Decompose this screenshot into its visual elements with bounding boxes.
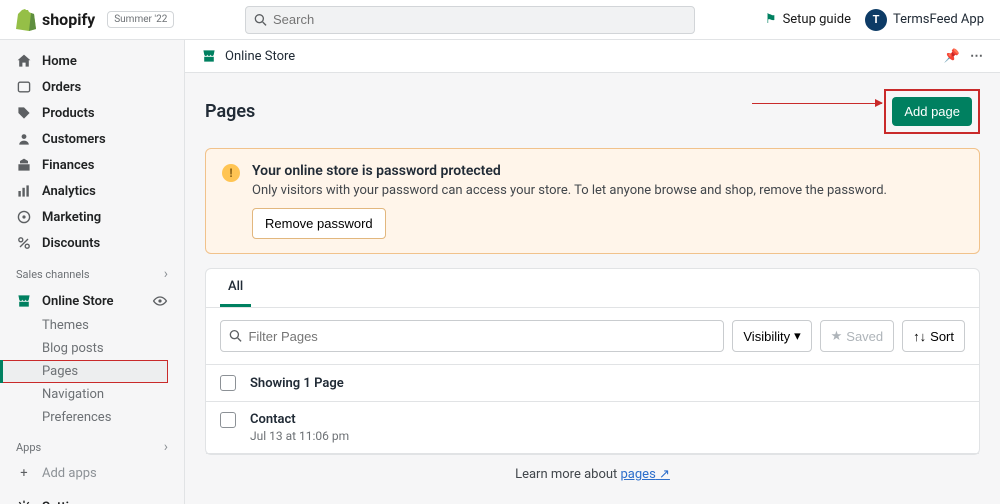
online-store-icon <box>201 48 217 64</box>
saved-filter[interactable]: ★ Saved <box>820 320 895 352</box>
setup-guide-link[interactable]: ⚑ Setup guide <box>765 12 851 27</box>
pages-card: All Visibility ▾ ★ Saved ↑↓ Sort Showing… <box>205 268 980 455</box>
nav-add-apps[interactable]: +Add apps <box>0 461 184 486</box>
analytics-icon <box>16 183 32 199</box>
orders-icon <box>16 79 32 95</box>
nav-home[interactable]: Home <box>0 48 184 74</box>
products-icon <box>16 105 32 121</box>
page-title: Pages <box>205 101 255 122</box>
user-name: TermsFeed App <box>893 12 984 27</box>
pin-icon[interactable]: 📌 <box>944 49 960 64</box>
star-icon: ★ <box>831 328 843 344</box>
search-wrap <box>174 6 765 34</box>
subnav-themes[interactable]: Themes <box>42 314 184 337</box>
add-page-highlight: Add page <box>884 89 980 134</box>
page-row[interactable]: Contact Jul 13 at 11:06 pm <box>206 402 979 454</box>
sales-channels-header: Sales channels › <box>0 260 184 288</box>
flag-icon: ⚑ <box>765 12 777 27</box>
nav-analytics[interactable]: Analytics <box>0 178 184 204</box>
content-header: Online Store 📌 ⋯ <box>185 40 1000 73</box>
finances-icon <box>16 157 32 173</box>
search-icon <box>254 13 267 27</box>
nav-finances[interactable]: Finances <box>0 152 184 178</box>
eye-icon[interactable] <box>152 293 168 309</box>
chevron-right-icon[interactable]: › <box>164 439 168 455</box>
subnav-navigation[interactable]: Navigation <box>42 383 184 406</box>
row-title: Contact <box>250 412 349 427</box>
chevron-down-icon: ▾ <box>794 328 801 344</box>
topbar-right: ⚑ Setup guide T TermsFeed App <box>765 9 984 31</box>
marketing-icon <box>16 209 32 225</box>
nav-online-store[interactable]: Online Store <box>0 288 184 314</box>
customers-icon <box>16 131 32 147</box>
select-all-checkbox[interactable] <box>220 375 236 391</box>
nav-customers[interactable]: Customers <box>0 126 184 152</box>
sort-icon: ↑↓ <box>913 329 926 344</box>
sidebar: Home Orders Products Customers Finances … <box>0 40 185 504</box>
subnav-blog-posts[interactable]: Blog posts <box>42 337 184 360</box>
banner-text: Only visitors with your password can acc… <box>252 183 887 198</box>
learn-more: Learn more about pages ↗ <box>205 455 980 494</box>
learn-more-link[interactable]: pages ↗ <box>621 467 670 482</box>
sort-button[interactable]: ↑↓ Sort <box>902 320 965 352</box>
external-link-icon: ↗ <box>659 467 670 482</box>
nav-marketing[interactable]: Marketing <box>0 204 184 230</box>
brand[interactable]: shopify Summer '22 <box>16 9 174 31</box>
nav-orders[interactable]: Orders <box>0 74 184 100</box>
tab-all[interactable]: All <box>220 269 251 307</box>
remove-password-button[interactable]: Remove password <box>252 208 386 239</box>
nav-products[interactable]: Products <box>0 100 184 126</box>
user-menu[interactable]: T TermsFeed App <box>865 9 984 31</box>
filter-row: Visibility ▾ ★ Saved ↑↓ Sort <box>206 308 979 365</box>
brand-badge: Summer '22 <box>107 11 174 28</box>
home-icon <box>16 53 32 69</box>
more-menu-icon[interactable]: ⋯ <box>970 49 984 64</box>
online-store-subnav: Themes Blog posts Pages Navigation Prefe… <box>0 314 184 429</box>
search-input[interactable] <box>273 12 686 27</box>
shopify-bag-icon <box>16 9 36 31</box>
showing-count: Showing 1 Page <box>250 376 344 391</box>
row-date: Jul 13 at 11:06 pm <box>250 429 349 443</box>
discounts-icon <box>16 235 32 251</box>
apps-header: Apps › <box>0 433 184 461</box>
breadcrumb: Online Store <box>225 49 295 64</box>
brand-name: shopify <box>42 10 95 29</box>
subnav-pages[interactable]: Pages <box>0 360 168 383</box>
search-icon <box>229 329 242 343</box>
filter-pages-input[interactable] <box>248 329 715 344</box>
plus-icon: + <box>16 466 32 481</box>
avatar: T <box>865 9 887 31</box>
filter-input-wrap[interactable] <box>220 320 724 352</box>
chevron-right-icon[interactable]: › <box>164 266 168 282</box>
password-banner: ! Your online store is password protecte… <box>205 148 980 254</box>
tabs: All <box>206 269 979 308</box>
nav-settings[interactable]: Settings <box>0 494 184 504</box>
gear-icon <box>16 499 32 504</box>
add-page-button[interactable]: Add page <box>892 97 972 126</box>
visibility-filter[interactable]: Visibility ▾ <box>732 320 811 352</box>
warning-icon: ! <box>222 164 240 182</box>
online-store-icon <box>16 293 32 309</box>
search-box[interactable] <box>245 6 695 34</box>
setup-guide-label: Setup guide <box>783 12 851 27</box>
content: Online Store 📌 ⋯ Pages Add page ! Your o… <box>185 40 1000 504</box>
banner-title: Your online store is password protected <box>252 163 887 179</box>
list-header: Showing 1 Page <box>206 365 979 402</box>
page-header: Pages Add page <box>205 89 980 134</box>
subnav-preferences[interactable]: Preferences <box>42 406 184 429</box>
nav-discounts[interactable]: Discounts <box>0 230 184 256</box>
topbar: shopify Summer '22 ⚑ Setup guide T Terms… <box>0 0 1000 40</box>
row-checkbox[interactable] <box>220 412 236 428</box>
annotation-arrow <box>752 103 882 104</box>
